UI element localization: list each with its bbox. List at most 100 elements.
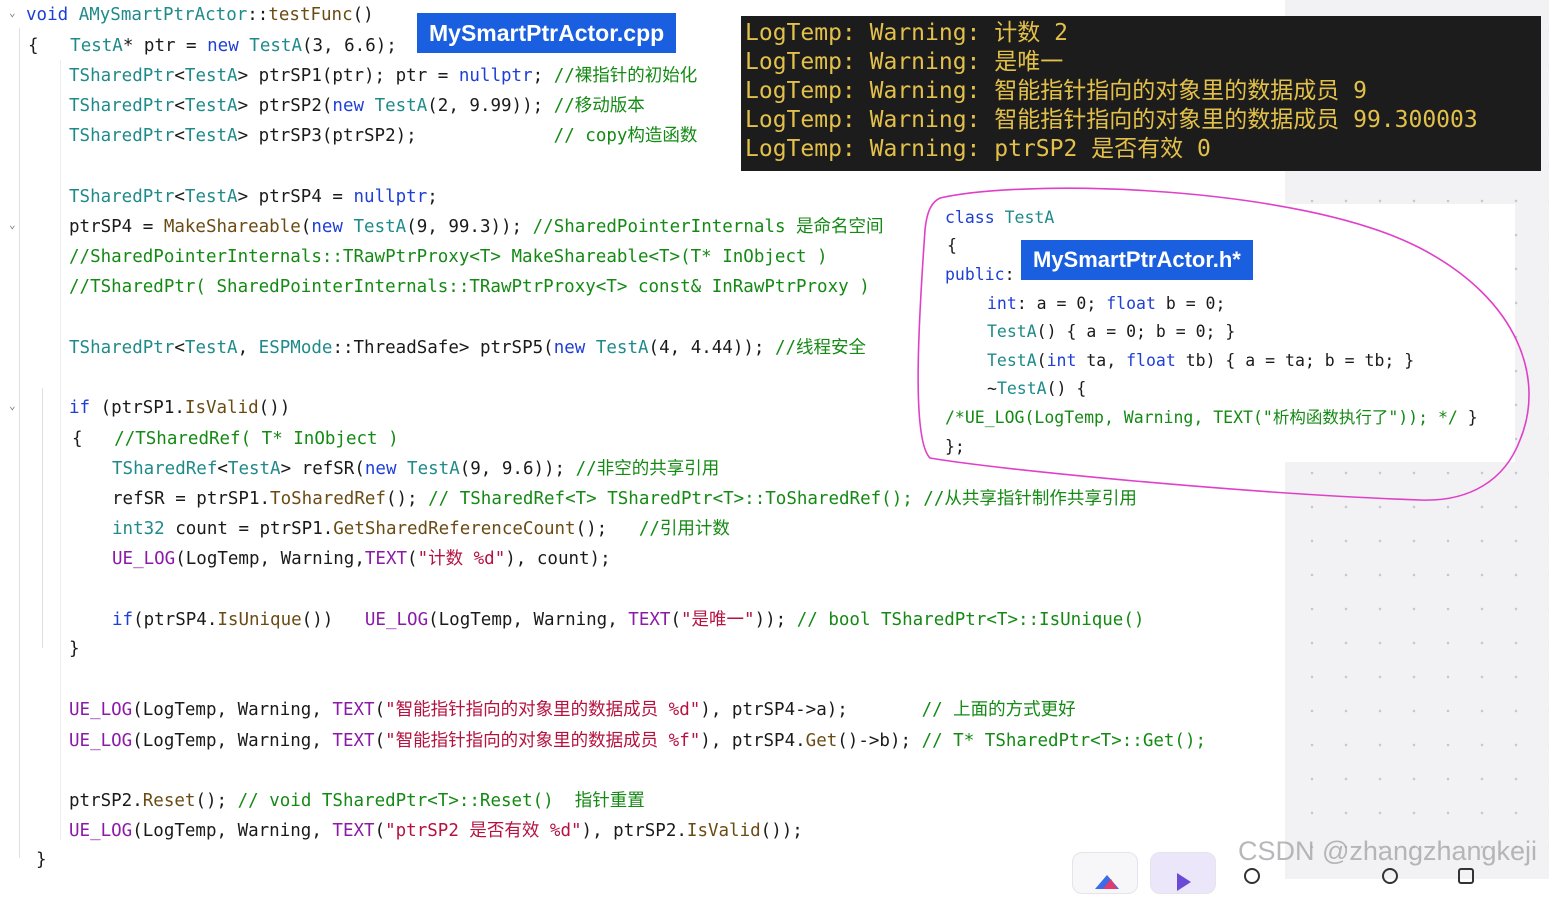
code-token: b = 0;	[1155, 294, 1226, 313]
code-token: {	[28, 36, 71, 56]
code-token: TestA	[184, 126, 238, 146]
code-line: refSR = ptrSP1.ToSharedRef(); // TShared…	[112, 489, 1137, 509]
code-token: (9, 99.3));	[406, 217, 533, 237]
search-icon[interactable]	[1244, 868, 1260, 884]
code-token: TSharedPtr	[69, 338, 175, 358]
code-token: {	[72, 429, 115, 449]
code-token: (LogTemp, Warning,	[132, 700, 333, 720]
info-icon[interactable]	[1382, 868, 1398, 884]
code-token: (LogTemp, Warning,	[132, 731, 333, 751]
code-token: (	[374, 731, 386, 751]
code-token: TEXT	[332, 700, 375, 720]
code-line: UE_LOG(LogTemp, Warning, TEXT("智能指针指向的对象…	[69, 700, 1076, 720]
code-token: count = ptrSP1.	[164, 519, 334, 539]
code-token: > ptrSP1(ptr); ptr =	[237, 66, 459, 86]
code-token: ()	[352, 5, 374, 25]
code-token: (LogTemp, Warning,	[175, 549, 365, 569]
header-code-line: class TestA	[945, 208, 1054, 228]
code-token: ~	[987, 379, 997, 398]
code-line: TSharedPtr<TestA, ESPMode::ThreadSafe> p…	[69, 338, 866, 358]
code-token: ptrSP4 =	[69, 217, 164, 237]
code-token: if	[69, 398, 101, 418]
code-token: //TSharedRef( T* InObject )	[114, 429, 399, 449]
code-line: TSharedPtr<TestA> ptrSP3(ptrSP2); // cop…	[69, 126, 697, 146]
code-token: "智能指针指向的对象里的数据成员 %d"	[385, 700, 701, 720]
code-token: TestA	[595, 338, 649, 358]
taskbar-app-icon[interactable]	[1150, 852, 1216, 894]
code-token: TestA	[353, 217, 407, 237]
header-file-badge: MySmartPtrActor.h*	[1021, 240, 1253, 280]
code-token: new	[364, 459, 408, 479]
gift-icon[interactable]	[1458, 868, 1474, 884]
code-token: }	[36, 850, 47, 870]
code-token: nullptr	[458, 66, 533, 86]
code-token: new	[553, 338, 596, 358]
code-token: (	[374, 700, 386, 720]
code-token: ), ptrSP4.	[700, 731, 806, 751]
code-line: //TSharedPtr( SharedPointerInternals::TR…	[69, 277, 870, 297]
code-token: TestA	[184, 338, 238, 358]
code-line: int32 count = ptrSP1.GetSharedReferenceC…	[112, 519, 730, 539]
code-line: UE_LOG(LogTemp, Warning, TEXT("智能指针指向的对象…	[69, 731, 1206, 751]
code-token: IsValid	[184, 398, 259, 418]
code-token: * ptr =	[122, 36, 208, 56]
code-token: //裸指针的初始化	[553, 66, 698, 86]
code-token: (	[1036, 351, 1047, 370]
taskbar-app-icon[interactable]	[1072, 852, 1138, 894]
code-token: if	[112, 610, 134, 630]
log-line: LogTemp: Warning: 计数 2	[745, 20, 1068, 46]
code-line: TSharedPtr<TestA> ptrSP2(new TestA(2, 9.…	[69, 96, 645, 116]
code-token: UE_LOG	[112, 549, 176, 569]
code-token: ::	[247, 5, 269, 25]
code-token: TEXT	[628, 610, 671, 630]
code-token: tb) { a = ta; b = tb; }	[1175, 351, 1415, 370]
code-line: if(ptrSP4.IsUnique()) UE_LOG(LogTemp, Wa…	[112, 610, 1144, 630]
code-token: TestA	[1004, 208, 1055, 227]
code-line: TSharedRef<TestA> refSR(new TestA(9, 9.6…	[112, 459, 719, 479]
header-code-line: int: a = 0; float b = 0;	[987, 294, 1225, 314]
code-token: > ptrSP4 =	[237, 187, 354, 207]
code-line: ptrSP2.Reset(); // void TSharedPtr<T>::R…	[69, 791, 645, 811]
code-token: //非空的共享引用	[575, 459, 720, 479]
code-token: UE_LOG	[69, 731, 133, 751]
code-token: IsUnique	[217, 610, 302, 630]
code-token: //引用计数	[638, 519, 730, 539]
code-token: new	[311, 217, 354, 237]
code-token: nullptr	[353, 187, 428, 207]
code-token: <	[174, 126, 185, 146]
code-token: UE_LOG	[69, 700, 133, 720]
code-token: /*UE_LOG(LogTemp, Warning, TEXT("析构函数执行了…	[945, 408, 1458, 427]
fold-chevron-icon[interactable]: ⌄	[9, 6, 16, 19]
code-token: TestA	[227, 459, 281, 479]
code-token: ;	[532, 66, 554, 86]
code-token: void	[26, 5, 79, 25]
code-token: // T* TSharedPtr<T>::Get();	[921, 731, 1207, 751]
code-token: (2, 9.99));	[427, 96, 554, 116]
code-token: (	[300, 217, 312, 237]
code-token: TSharedPtr	[69, 187, 175, 207]
code-token: GetSharedReferenceCount	[333, 519, 576, 539]
fold-chevron-icon[interactable]: ⌄	[9, 218, 16, 231]
code-token: ));	[754, 610, 797, 630]
fold-chevron-icon[interactable]: ⌄	[9, 399, 16, 412]
code-token: int32	[112, 519, 165, 539]
code-token: //线程安全	[774, 338, 867, 358]
header-code-line: public:	[945, 265, 1015, 285]
code-token: (LogTemp, Warning,	[132, 821, 333, 841]
indent-guide	[60, 60, 61, 840]
code-token: //SharedPointerInternals::TRawPtrProxy<T…	[69, 247, 828, 267]
code-token: MakeShareable	[163, 217, 301, 237]
code-token: UE_LOG	[69, 821, 133, 841]
code-token: ), ptrSP4->a);	[700, 700, 922, 720]
code-token: float	[1126, 351, 1176, 370]
code-token: TestA	[996, 379, 1047, 398]
code-token: (3, 6.6);	[301, 36, 397, 56]
log-line: LogTemp: Warning: 智能指针指向的对象里的数据成员 9	[745, 78, 1367, 104]
code-token: (LogTemp, Warning,	[428, 610, 629, 630]
output-log-panel: LogTemp: Warning: 计数 2 LogTemp: Warning: …	[741, 16, 1541, 171]
code-line: UE_LOG(LogTemp, Warning, TEXT("ptrSP2 是否…	[69, 821, 803, 841]
code-token: IsValid	[686, 821, 761, 841]
code-token: (	[670, 610, 681, 630]
code-token: (ptrSP4.	[133, 610, 218, 630]
code-token: testFunc	[268, 5, 353, 25]
